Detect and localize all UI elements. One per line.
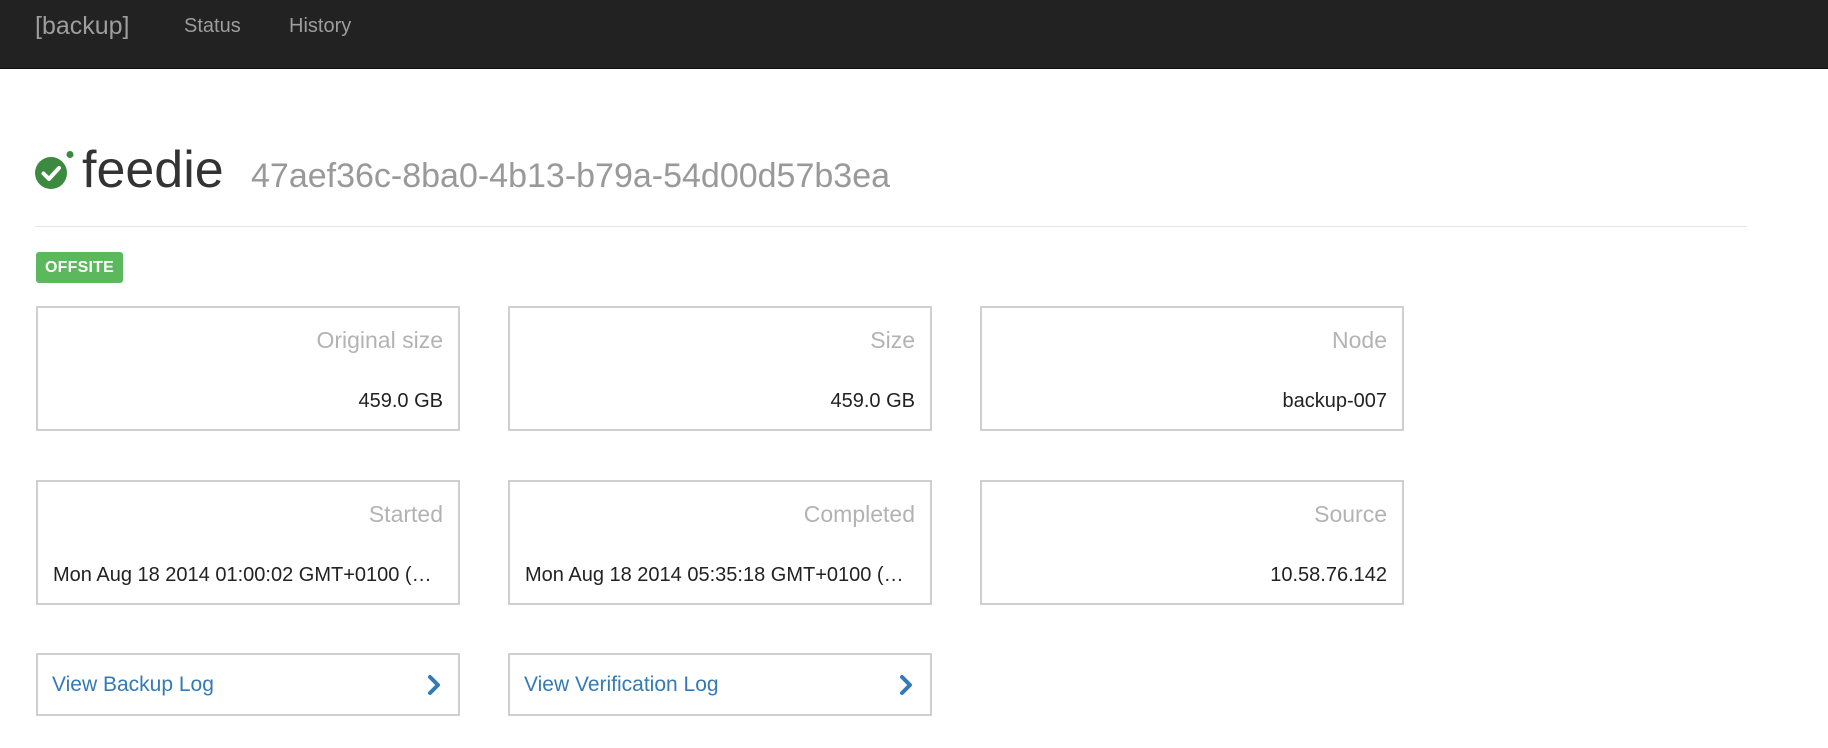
- offsite-badge: OFFSITE: [36, 252, 123, 283]
- view-backup-log-label: View Backup Log: [52, 673, 214, 696]
- check-circle-icon: [35, 151, 74, 189]
- chevron-right-icon: [428, 675, 440, 695]
- source-card: Source 10.58.76.142: [980, 480, 1404, 605]
- node-card: Node backup-007: [980, 306, 1404, 431]
- card-label: Original size: [316, 327, 443, 353]
- brand-link[interactable]: [backup]: [35, 12, 130, 41]
- card-value: backup-007: [1282, 390, 1387, 412]
- size-card: Size 459.0 GB: [508, 306, 932, 431]
- nav-link-status[interactable]: Status: [184, 15, 241, 38]
- card-label: Source: [1314, 501, 1387, 527]
- view-verification-log-label: View Verification Log: [524, 673, 719, 696]
- view-verification-log-button[interactable]: View Verification Log: [508, 653, 932, 716]
- original-size-card: Original size 459.0 GB: [36, 306, 460, 431]
- card-value: 10.58.76.142: [1270, 564, 1387, 586]
- backup-id: 47aef36c-8ba0-4b13-b79a-54d00d57b3ea: [251, 157, 891, 195]
- top-navbar: [backup] Status History: [0, 0, 1828, 69]
- card-value: Mon Aug 18 2014 01:00:02 GMT+0100 (BST): [53, 564, 443, 586]
- chevron-right-icon: [900, 675, 912, 695]
- started-card: Started Mon Aug 18 2014 01:00:02 GMT+010…: [36, 480, 460, 605]
- nav-link-history[interactable]: History: [289, 15, 351, 38]
- view-backup-log-button[interactable]: View Backup Log: [36, 653, 460, 716]
- completed-card: Completed Mon Aug 18 2014 05:35:18 GMT+0…: [508, 480, 932, 605]
- card-label: Started: [368, 501, 443, 527]
- card-value: Mon Aug 18 2014 05:35:18 GMT+0100 (BST): [525, 564, 915, 586]
- card-label: Completed: [803, 501, 915, 527]
- page-title: feedie: [82, 141, 224, 199]
- card-label: Node: [1332, 327, 1387, 353]
- card-label: Size: [870, 327, 915, 353]
- card-value: 459.0 GB: [358, 390, 443, 412]
- header-divider: [35, 226, 1747, 227]
- card-value: 459.0 GB: [830, 390, 915, 412]
